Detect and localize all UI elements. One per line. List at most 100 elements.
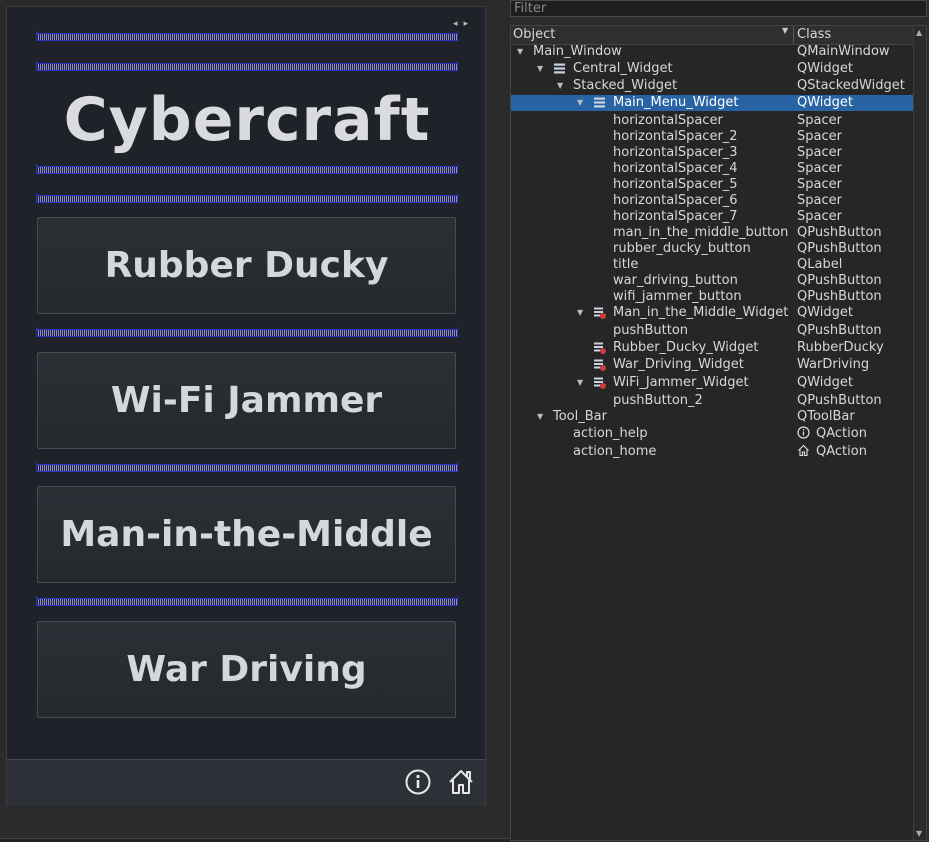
object-name: Central_Widget	[573, 61, 673, 76]
tree-row[interactable]: title QLabel	[511, 257, 914, 273]
object-name: horizontalSpacer_2	[613, 129, 738, 144]
expand-arrow-icon[interactable]: ▼	[537, 61, 543, 77]
object-name: Main_Window	[533, 44, 622, 59]
info-icon[interactable]	[403, 767, 433, 797]
object-name: title	[613, 257, 639, 272]
tree-row[interactable]: Rubber_Ducky_Widget RubberDucky	[511, 340, 914, 356]
object-name: rubber_ducky_button	[613, 241, 751, 256]
war-driving-button[interactable]: War Driving	[37, 621, 456, 718]
expand-arrow-icon[interactable]: ▼	[577, 375, 583, 391]
object-name: man_in_the_middle_button	[613, 225, 789, 240]
class-name: QWidget	[797, 305, 854, 320]
tree-row[interactable]: action_help QAction	[511, 426, 914, 442]
object-name: war_driving_button	[613, 273, 738, 288]
tree-row[interactable]: horizontalSpacer_6 Spacer	[511, 193, 914, 209]
expand-arrow-icon[interactable]: ▼	[577, 95, 583, 111]
tree-row[interactable]: ▼ Main_Menu_Widget QWidget	[511, 95, 914, 111]
tree-row[interactable]: horizontalSpacer_5 Spacer	[511, 177, 914, 193]
class-name: QPushButton	[797, 289, 882, 304]
vertical-scrollbar[interactable]: ▲ ▼	[913, 26, 926, 840]
class-name: Spacer	[797, 161, 842, 176]
tree-row[interactable]: War_Driving_Widget WarDriving	[511, 357, 914, 373]
object-name: pushButton_2	[613, 393, 703, 408]
class-name: QStackedWidget	[797, 78, 905, 93]
form-preview: ◂▸ Cybercraft Rubber Ducky Wi-Fi Jammer …	[6, 6, 486, 806]
tree-row[interactable]: horizontalSpacer_4 Spacer	[511, 161, 914, 177]
object-name: horizontalSpacer_5	[613, 177, 738, 192]
scroll-down-icon[interactable]: ▼	[916, 829, 922, 838]
expand-arrow-icon[interactable]: ▼	[537, 409, 543, 425]
layout-icon	[553, 62, 566, 75]
class-name: QToolBar	[797, 409, 855, 424]
object-name: Main_Menu_Widget	[613, 95, 739, 110]
header-object[interactable]: Object	[513, 27, 555, 42]
header-class[interactable]: Class	[797, 27, 831, 42]
resize-arrows-icon[interactable]: ◂▸	[453, 19, 474, 29]
tree-row[interactable]: man_in_the_middle_button QPushButton	[511, 225, 914, 241]
object-name: wifi_jammer_button	[613, 289, 742, 304]
class-name: Spacer	[797, 193, 842, 208]
man-in-the-middle-button[interactable]: Man-in-the-Middle	[37, 486, 456, 583]
home-icon[interactable]	[446, 767, 476, 797]
object-name: WiFi_Jammer_Widget	[613, 375, 749, 390]
broken-layout-icon	[593, 376, 606, 389]
class-name: Spacer	[797, 129, 842, 144]
expand-arrow-icon[interactable]: ▼	[557, 78, 563, 94]
tree-row[interactable]: ▼ Tool_Bar QToolBar	[511, 409, 914, 425]
tree-row[interactable]: ▼ WiFi_Jammer_Widget QWidget	[511, 375, 914, 391]
tree-header: Object ▼ Class	[511, 26, 915, 45]
object-name: Man_in_the_Middle_Widget	[613, 305, 789, 320]
tree-row[interactable]: ▼ Main_Window QMainWindow	[511, 44, 914, 60]
class-name: QPushButton	[797, 225, 882, 240]
object-name: Tool_Bar	[553, 409, 607, 424]
object-name: horizontalSpacer_7	[613, 209, 738, 224]
tree-row[interactable]: ▼ Central_Widget QWidget	[511, 61, 914, 77]
tree-row[interactable]: action_home QAction	[511, 444, 914, 460]
tree-row[interactable]: ▼ Stacked_Widget QStackedWidget	[511, 78, 914, 94]
tool-bar	[7, 759, 485, 806]
object-name: War_Driving_Widget	[613, 357, 744, 372]
horizontal-spacer[interactable]	[36, 596, 458, 606]
layout-icon	[593, 96, 606, 109]
class-name: QPushButton	[797, 393, 882, 408]
tree-row[interactable]: war_driving_button QPushButton	[511, 273, 914, 289]
class-name: QAction	[797, 444, 867, 461]
tree-row[interactable]: pushButton_2 QPushButton	[511, 393, 914, 409]
tree-row[interactable]: wifi_jammer_button QPushButton	[511, 289, 914, 305]
class-name: QPushButton	[797, 323, 882, 338]
horizontal-spacer[interactable]	[36, 31, 458, 41]
horizontal-spacer[interactable]	[36, 327, 458, 337]
expand-arrow-icon[interactable]: ▼	[577, 305, 583, 321]
tree-row[interactable]: horizontalSpacer_7 Spacer	[511, 209, 914, 225]
scroll-up-icon[interactable]: ▲	[916, 28, 922, 37]
class-name: RubberDucky	[797, 340, 884, 355]
tree-row[interactable]: ▼ Man_in_the_Middle_Widget QWidget	[511, 305, 914, 321]
class-name: QAction	[797, 426, 867, 443]
rubber-ducky-button[interactable]: Rubber Ducky	[37, 217, 456, 314]
object-name: horizontalSpacer_3	[613, 145, 738, 160]
tree-row[interactable]: horizontalSpacer_3 Spacer	[511, 145, 914, 161]
horizontal-spacer[interactable]	[36, 164, 458, 174]
broken-layout-icon	[593, 358, 606, 371]
class-name: QLabel	[797, 257, 843, 272]
object-name: action_home	[573, 444, 657, 459]
expand-arrow-icon[interactable]: ▼	[517, 44, 523, 60]
class-name: Spacer	[797, 145, 842, 160]
object-inspector-tree: Object ▼ Class ▼ Main_Window QMainWindow ▼ C…	[510, 25, 927, 841]
class-name: QPushButton	[797, 273, 882, 288]
horizontal-spacer[interactable]	[36, 193, 458, 203]
wifi-jammer-button[interactable]: Wi-Fi Jammer	[37, 352, 456, 449]
tree-row[interactable]: horizontalSpacer Spacer	[511, 113, 914, 129]
object-name: Stacked_Widget	[573, 78, 678, 93]
tree-row[interactable]: pushButton QPushButton	[511, 323, 914, 339]
object-name: pushButton	[613, 323, 689, 338]
horizontal-spacer[interactable]	[36, 462, 458, 472]
tree-row[interactable]: rubber_ducky_button QPushButton	[511, 241, 914, 257]
filter-input[interactable]	[510, 0, 927, 17]
tree-row[interactable]: horizontalSpacer_2 Spacer	[511, 129, 914, 145]
class-name: QMainWindow	[797, 44, 890, 59]
sort-indicator-icon[interactable]: ▼	[782, 26, 788, 35]
object-name: Rubber_Ducky_Widget	[613, 340, 759, 355]
class-name: Spacer	[797, 113, 842, 128]
horizontal-spacer[interactable]	[36, 61, 458, 71]
